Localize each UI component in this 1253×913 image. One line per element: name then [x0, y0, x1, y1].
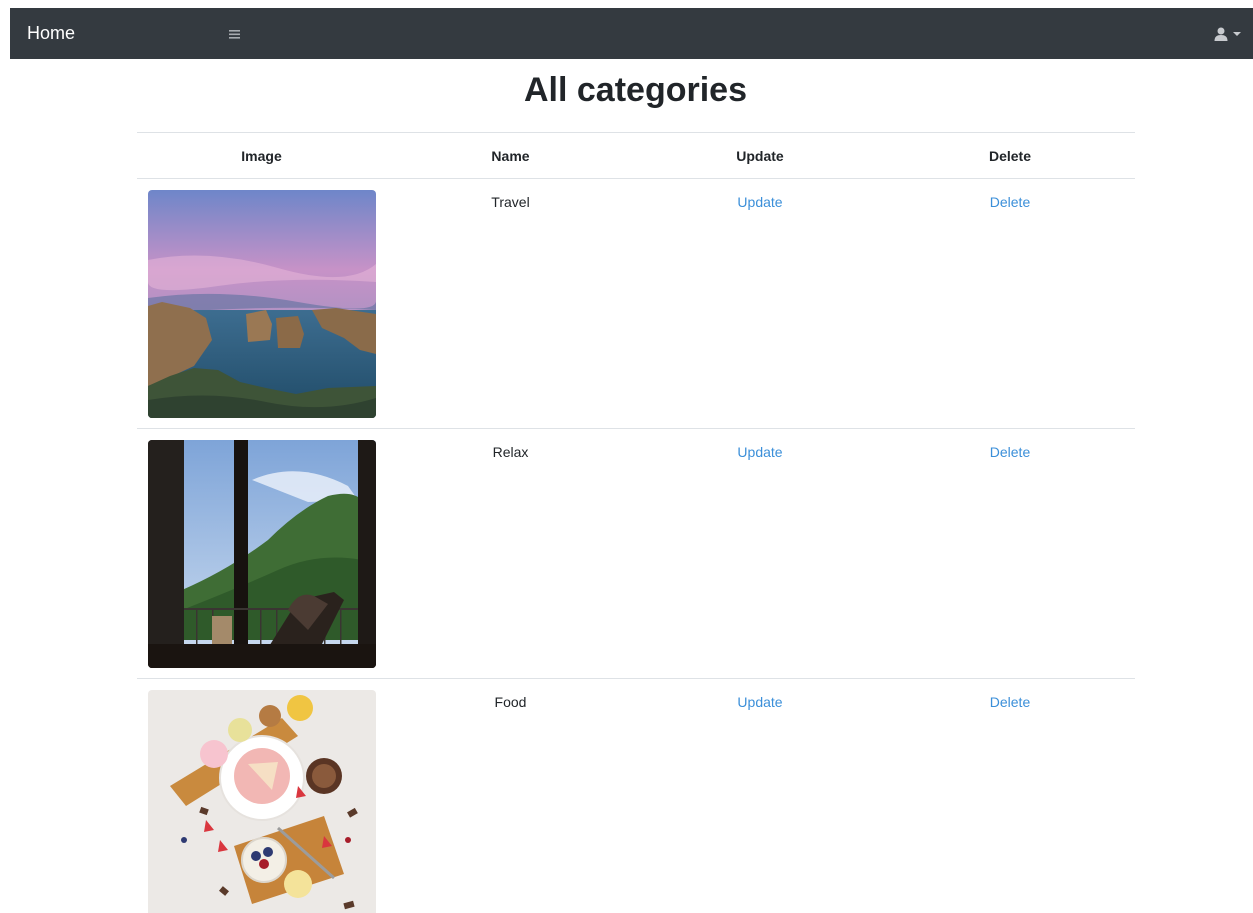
top-navbar: Home	[10, 8, 1253, 59]
table-row: Travel Update Delete	[137, 178, 1135, 429]
image-cell	[137, 678, 386, 913]
name-cell: Food	[386, 678, 635, 913]
delete-link-food[interactable]: Delete	[990, 694, 1030, 710]
category-image-relax	[148, 440, 376, 668]
column-header-name: Name	[386, 132, 635, 179]
category-image-travel	[148, 190, 376, 418]
update-link-relax[interactable]: Update	[737, 444, 782, 460]
update-link-travel[interactable]: Update	[737, 194, 782, 210]
delete-link-travel[interactable]: Delete	[990, 194, 1030, 210]
update-cell: Update	[635, 428, 885, 679]
table-row: Food Update Delete	[137, 678, 1135, 913]
name-cell: Travel	[386, 178, 635, 429]
table-header-row: Image Name Update Delete	[137, 132, 1135, 179]
category-name: Food	[494, 694, 527, 710]
image-cell	[137, 178, 386, 429]
categories-table: Image Name Update Delete Travel Update D…	[137, 132, 1135, 913]
table-row: Relax Update Delete	[137, 428, 1135, 679]
table-body: Travel Update Delete Relax Update Delete…	[137, 178, 1135, 913]
category-name: Travel	[491, 194, 530, 210]
name-cell: Relax	[386, 428, 635, 679]
update-cell: Update	[635, 178, 885, 429]
table-header: Image Name Update Delete	[137, 132, 1135, 179]
update-link-food[interactable]: Update	[737, 694, 782, 710]
category-image-food	[148, 690, 376, 913]
column-header-update: Update	[635, 132, 885, 179]
column-header-image: Image	[137, 132, 386, 179]
categories-table-container: Image Name Update Delete Travel Update D…	[137, 132, 1135, 913]
delete-link-relax[interactable]: Delete	[990, 444, 1030, 460]
delete-cell: Delete	[885, 428, 1135, 679]
column-header-delete: Delete	[885, 132, 1135, 179]
category-name: Relax	[492, 444, 529, 460]
page-title: All categories	[524, 71, 747, 109]
delete-cell: Delete	[885, 678, 1135, 913]
image-cell	[137, 428, 386, 679]
page: Home All categories Image Name Update De…	[0, 0, 1253, 913]
delete-cell: Delete	[885, 178, 1135, 429]
user-icon	[1213, 26, 1229, 42]
home-link[interactable]: Home	[27, 22, 75, 44]
update-cell: Update	[635, 678, 885, 913]
caret-down-icon	[1233, 30, 1241, 38]
user-menu-toggle[interactable]	[1213, 24, 1241, 44]
hamburger-icon[interactable]	[228, 25, 242, 43]
